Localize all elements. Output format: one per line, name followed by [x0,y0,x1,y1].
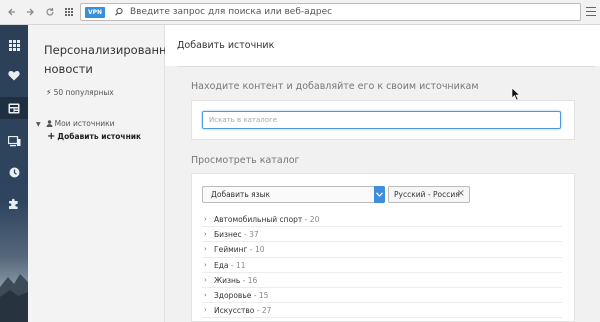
find-content-heading: Находите контент и добавляйте его к свои… [191,81,479,92]
category-label: Еда - 11 [214,260,246,270]
page-title: Добавить источник [177,40,275,51]
category-label: Здоровье - 15 [214,290,269,300]
chevron-right-icon: › [204,260,207,269]
chevron-down-icon[interactable] [374,186,385,203]
close-icon[interactable]: × [457,188,465,199]
nav-item-my-sources-label: Мои источники [54,119,115,128]
language-tag: Русский - Россия × [388,186,470,203]
category-name: Еда [214,260,229,270]
category-name: Автомобильный спорт [214,215,303,224]
list-item[interactable]: › Бизнес - 37 [202,227,562,243]
list-item[interactable]: › Гейминг - 10 [202,242,562,258]
chevron-right-icon: › [204,230,207,239]
icon-sidebar [0,25,28,322]
category-label: Искусство - 27 [214,306,272,316]
category-label: Жизнь - 16 [214,275,258,285]
language-tag-label: Русский - Россия [394,190,460,199]
category-count: 16 [247,275,258,285]
lightning-icon: ⚡ [46,88,52,97]
category-label: Автомобильный спорт - 20 [214,215,320,224]
heart-icon[interactable] [6,67,22,83]
user-icon [46,120,53,129]
category-name: Гейминг [214,245,248,255]
plus-icon: + [47,131,56,142]
category-name: Жизнь [214,275,241,285]
catalog-card: Добавить язык Русский - Россия × › Автомо… [191,173,575,322]
browse-catalog-heading: Просмотреть каталог [191,155,300,166]
search-card [191,100,575,140]
list-item[interactable]: › Еда - 11 [202,258,562,273]
nav-item-my-sources[interactable]: ▼ Мои источники [36,119,115,129]
news-nav-panel: Персонализированные новости ⚡ 50 популярн… [28,25,183,322]
speed-dial-icon[interactable] [61,4,77,20]
add-language-dropdown[interactable]: Добавить язык [202,186,385,203]
category-count: 15 [258,290,269,300]
browser-menu-icon[interactable] [584,4,598,20]
header-divider [177,66,595,67]
category-count: 20 [309,215,320,224]
address-placeholder: Введите запрос для поиска или веб-адрес [130,7,333,17]
category-label: Гейминг - 10 [214,245,265,255]
category-list: › Автомобильный спорт - 20 › Бизнес - 37 ›… [202,212,562,319]
category-label: Бизнес - 37 [214,230,259,240]
category-count: 27 [261,306,272,316]
catalog-search-box[interactable] [202,111,561,129]
category-count: 10 [254,245,265,255]
nav-item-add-source-label: Добавить источник [57,132,142,141]
list-item[interactable]: › Жизнь - 16 [202,273,562,288]
back-icon[interactable] [4,4,20,20]
devices-icon[interactable] [6,133,22,149]
nav-item-popular-label: 50 популярных [53,88,114,97]
news-icon[interactable] [6,100,22,116]
main-content: Добавить источник Находите контент и доб… [165,25,600,322]
catalog-search-input[interactable] [203,112,560,128]
category-name: Здоровье [214,290,252,300]
category-count: 37 [249,230,259,240]
chevron-right-icon: › [204,290,207,299]
chevron-right-icon: › [204,306,207,315]
category-name: Бизнес [214,230,242,240]
forward-icon[interactable] [22,4,38,20]
category-name: Искусство [214,306,255,316]
chevron-right-icon: › [204,245,207,254]
reload-icon[interactable] [42,4,58,20]
mouse-cursor-icon [511,87,521,101]
search-icon [114,7,124,17]
apps-icon[interactable] [6,37,22,53]
page-header: Добавить источник [165,25,600,66]
nav-item-add-source[interactable]: + Добавить источник [47,131,141,142]
nav-title: Персонализированные новости [44,43,183,76]
chevron-right-icon: › [204,275,207,284]
list-item[interactable]: › Здоровье - 15 [202,288,562,304]
list-item[interactable]: › Искусство - 27 [202,303,562,319]
vpn-badge[interactable]: VPN [85,7,106,18]
puzzle-icon[interactable] [6,196,22,212]
nav-item-popular[interactable]: ⚡ 50 популярных [46,88,114,97]
chevron-right-icon: › [204,215,207,223]
list-item[interactable]: › Автомобильный спорт - 20 [202,212,562,228]
mountain-background [0,274,28,322]
address-bar[interactable]: VPN Введите запрос для поиска или веб-ад… [80,3,581,21]
category-count: 11 [236,260,246,270]
browser-toolbar: VPN Введите запрос для поиска или веб-ад… [0,0,600,25]
expand-triangle-icon[interactable]: ▼ [36,121,41,128]
add-language-label: Добавить язык [211,190,271,199]
clock-icon[interactable] [6,164,22,180]
